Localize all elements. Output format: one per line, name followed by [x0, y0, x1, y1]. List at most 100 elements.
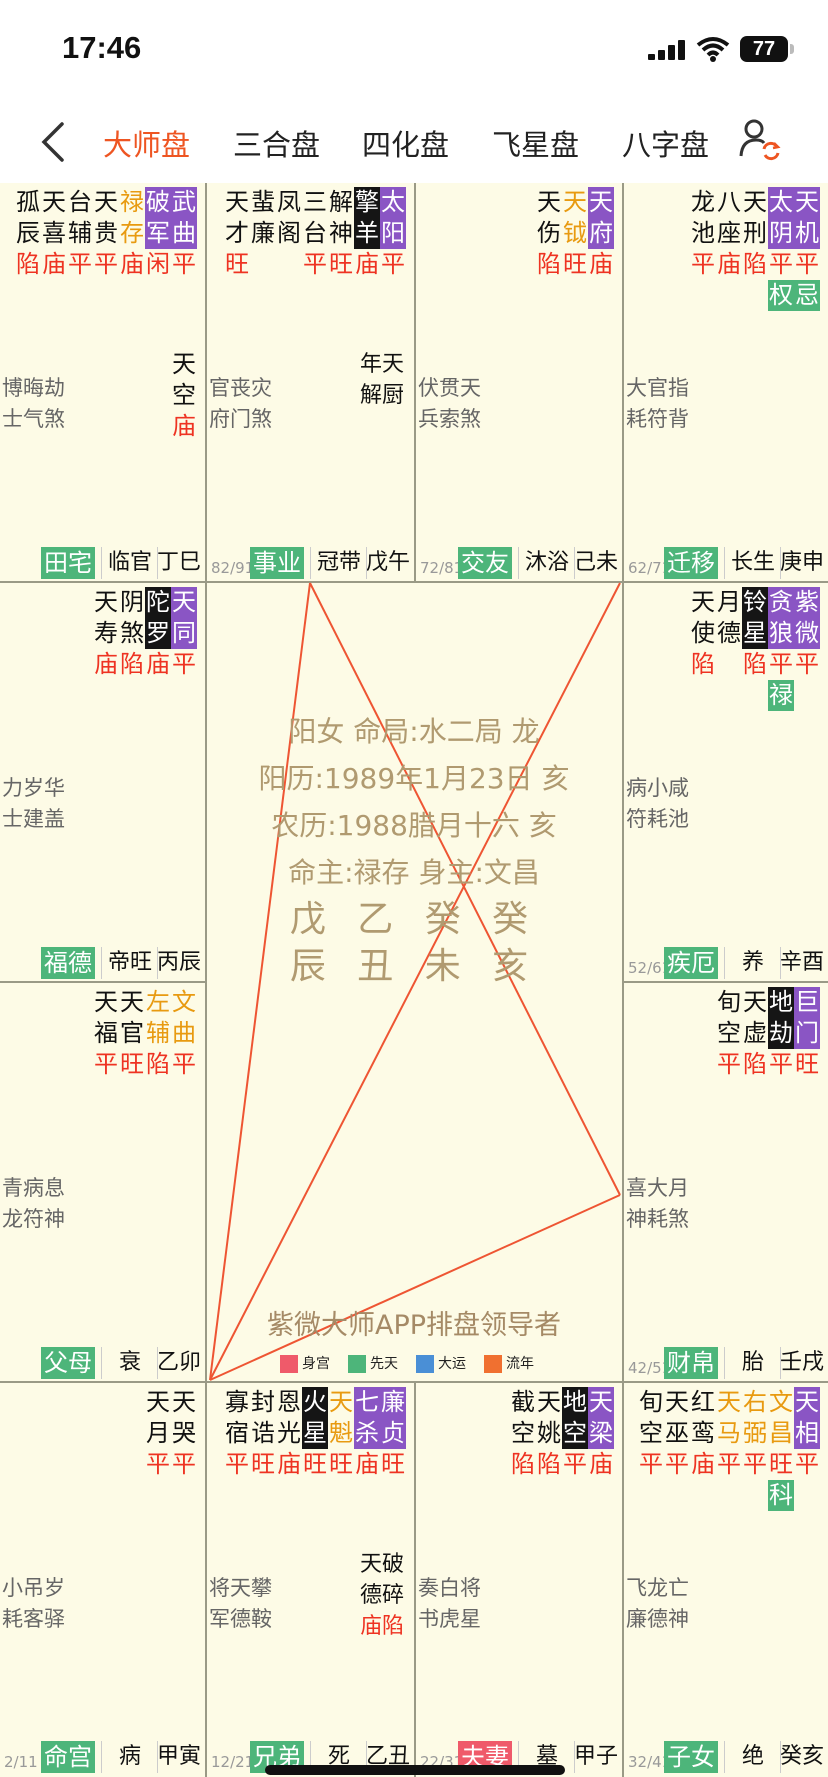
palace-name[interactable]: 福德 — [41, 947, 95, 979]
palace-zi[interactable]: 截空陷天姚陷地空平天梁庙奏白将 书虎星 22/31 夫妻墓甲子 — [416, 1383, 620, 1775]
star-文曲[interactable]: 文曲平 — [171, 987, 197, 1080]
palace-ganzhi: 己未 — [573, 550, 618, 575]
star-左辅[interactable]: 左辅陷 — [145, 987, 171, 1080]
star-天喜[interactable]: 天喜庙 — [41, 187, 67, 280]
star-char: 台 — [68, 188, 92, 216]
star-红鸾[interactable]: 红鸾庙 — [690, 1387, 716, 1511]
star-char: 地 — [562, 1387, 588, 1418]
star-右弼[interactable]: 右弼平 — [742, 1387, 768, 1511]
palace-shen[interactable]: 龙池平八座庙天刑陷太阴平权天机平忌大官指 耗符背 62/71 迁移 长生 庚申 — [624, 183, 826, 581]
star-天才[interactable]: 天才旺 — [224, 187, 250, 280]
star-禄存[interactable]: 禄存庙 — [119, 187, 145, 280]
star-八座[interactable]: 八座庙 — [716, 187, 742, 311]
star-廉贞[interactable]: 廉贞旺 — [380, 1387, 406, 1480]
palace-name[interactable]: 交友 — [458, 547, 512, 579]
star-天机[interactable]: 天机平忌 — [794, 187, 820, 311]
palace-yin[interactable]: 天月平天哭平小吊岁 耗客驿 2/11 命宫病甲寅 — [0, 1383, 203, 1775]
tab-bazi-chart[interactable]: 八字盘 — [622, 122, 709, 164]
star-台辅[interactable]: 台辅平 — [67, 187, 93, 280]
star-地劫[interactable]: 地劫平 — [768, 987, 794, 1080]
palace-wu[interactable]: 天才旺蜚廉凤阁三台平解神旺擎羊庙太阳平官丧灾 府门煞 年天 解厨 82/91 事业 冠带 戊午 — [207, 183, 412, 581]
star-天贵[interactable]: 天贵平 — [93, 187, 119, 280]
star-天魁[interactable]: 天魁旺 — [328, 1387, 354, 1480]
star-解神[interactable]: 解神旺 — [328, 187, 354, 280]
star-破军[interactable]: 破军闲 — [145, 187, 171, 280]
star-文昌[interactable]: 文昌旺科 — [768, 1387, 794, 1511]
star-天虚[interactable]: 天虚陷 — [742, 987, 768, 1080]
palace-name[interactable]: 父母 — [41, 1347, 95, 1379]
palace-name[interactable]: 子女 — [664, 1741, 718, 1773]
star-蜚廉[interactable]: 蜚廉 — [250, 187, 276, 280]
star-武曲[interactable]: 武曲平 — [171, 187, 197, 280]
palace-you[interactable]: 天使陷月德铃星陷贪狼平禄紫微平病小咸 符耗池 52/61 疾厄养辛酉 — [624, 583, 826, 981]
separator — [101, 947, 102, 979]
star-铃星[interactable]: 铃星陷 — [742, 587, 768, 711]
star-陀罗[interactable]: 陀罗庙 — [145, 587, 171, 680]
star-阴煞[interactable]: 阴煞陷 — [119, 587, 145, 680]
star-天府[interactable]: 天府庙 — [588, 187, 614, 280]
palace-name[interactable]: 迁移 — [664, 547, 718, 579]
palace-name[interactable]: 田宅 — [41, 547, 95, 579]
palace-xu[interactable]: 旬空平天虚陷地劫平巨门旺喜大月 神耗煞 42/51 财帛胎壬戌 — [624, 983, 826, 1381]
palace-name[interactable]: 命宫 — [41, 1741, 95, 1773]
star-天梁[interactable]: 天梁庙 — [588, 1387, 614, 1480]
back-chevron-icon[interactable] — [38, 120, 68, 164]
star-紫微[interactable]: 紫微平 — [794, 587, 820, 711]
palace-wei[interactable]: 天伤陷天钺旺天府庙伏贯天 兵索煞 72/81 交友 沐浴 己未 — [416, 183, 620, 581]
star-火星[interactable]: 火星旺 — [302, 1387, 328, 1480]
star-天官[interactable]: 天官旺 — [119, 987, 145, 1080]
tab-sihua-chart[interactable]: 四化盘 — [362, 122, 449, 164]
tab-feixing-chart[interactable]: 飞星盘 — [492, 122, 579, 164]
star-天钺[interactable]: 天钺旺 — [562, 187, 588, 280]
star-天使[interactable]: 天使陷 — [690, 587, 716, 711]
palace-name[interactable]: 财帛 — [664, 1347, 718, 1379]
star-char: 巫 — [665, 1419, 689, 1447]
palace-chou[interactable]: 寡宿平封诰旺恩光庙火星旺天魁旺七杀庙廉贞旺将天攀 军德鞍 天破 德碎 庙陷 12/21 兄弟… — [207, 1383, 412, 1775]
star-月德[interactable]: 月德 — [716, 587, 742, 711]
star-巨门[interactable]: 巨门旺 — [794, 987, 820, 1080]
star-天月[interactable]: 天月平 — [145, 1387, 171, 1480]
tab-master-chart[interactable]: 大师盘 — [103, 122, 190, 164]
star-恩光[interactable]: 恩光庙 — [276, 1387, 302, 1480]
star-封诰[interactable]: 封诰旺 — [250, 1387, 276, 1480]
star-旬空[interactable]: 旬空平 — [638, 1387, 664, 1511]
star-旬空[interactable]: 旬空平 — [716, 987, 742, 1080]
star-截空[interactable]: 截空陷 — [510, 1387, 536, 1480]
star-char: 钺 — [563, 219, 587, 247]
switch-user-icon[interactable] — [738, 116, 784, 162]
star-天空[interactable]: 天空庙 — [171, 349, 197, 442]
palace-minor-stars: 将天攀 军德鞍 — [209, 1573, 272, 1635]
star-天福[interactable]: 天福平 — [93, 987, 119, 1080]
palace-mao[interactable]: 天福平天官旺左辅陷文曲平青病息 龙符神 父母衰乙卯 — [0, 983, 203, 1381]
star-贪狼[interactable]: 贪狼平禄 — [768, 587, 794, 711]
star-龙池[interactable]: 龙池平 — [690, 187, 716, 311]
star-char: 劫 — [768, 1018, 794, 1049]
star-太阳[interactable]: 太阳平 — [380, 187, 406, 280]
palace-name[interactable]: 疾厄 — [664, 947, 718, 979]
star-擎羊[interactable]: 擎羊庙 — [354, 187, 380, 280]
star-天刑[interactable]: 天刑陷 — [742, 187, 768, 311]
star-地空[interactable]: 地空平 — [562, 1387, 588, 1480]
star-天巫[interactable]: 天巫平 — [664, 1387, 690, 1511]
star-天伤[interactable]: 天伤陷 — [536, 187, 562, 280]
palace-extra-stars: 天空庙 — [171, 349, 197, 442]
star-七杀[interactable]: 七杀庙 — [354, 1387, 380, 1480]
star-天姚[interactable]: 天姚陷 — [536, 1387, 562, 1480]
palace-si[interactable]: 孤辰陷天喜庙台辅平天贵平禄存庙破军闲武曲平博晦劫 士气煞天空庙田宅 临官 丁巳 — [0, 183, 203, 581]
star-天同[interactable]: 天同平 — [171, 587, 197, 680]
tab-sanhe-chart[interactable]: 三合盘 — [233, 122, 320, 164]
star-char: 星 — [742, 618, 768, 649]
palace-name[interactable]: 事业 — [250, 547, 304, 579]
star-寡宿[interactable]: 寡宿平 — [224, 1387, 250, 1480]
star-brightness: 平 — [639, 1450, 663, 1478]
palace-hai[interactable]: 旬空平天巫平红鸾庙天马平右弼平文昌旺科天相平飞龙亡 廉德神 32/41 子女绝癸亥 — [624, 1383, 826, 1775]
star-天相[interactable]: 天相平 — [794, 1387, 820, 1511]
star-天马[interactable]: 天马平 — [716, 1387, 742, 1511]
star-天寿[interactable]: 天寿庙 — [93, 587, 119, 680]
star-凤阁[interactable]: 凤阁 — [276, 187, 302, 280]
star-太阴[interactable]: 太阴平权 — [768, 187, 794, 311]
palace-chen[interactable]: 天寿庙阴煞陷陀罗庙天同平力岁华 士建盖 福德 帝旺 丙辰 — [0, 583, 203, 981]
star-孤辰[interactable]: 孤辰陷 — [15, 187, 41, 280]
star-三台[interactable]: 三台平 — [302, 187, 328, 280]
star-天哭[interactable]: 天哭平 — [171, 1387, 197, 1480]
